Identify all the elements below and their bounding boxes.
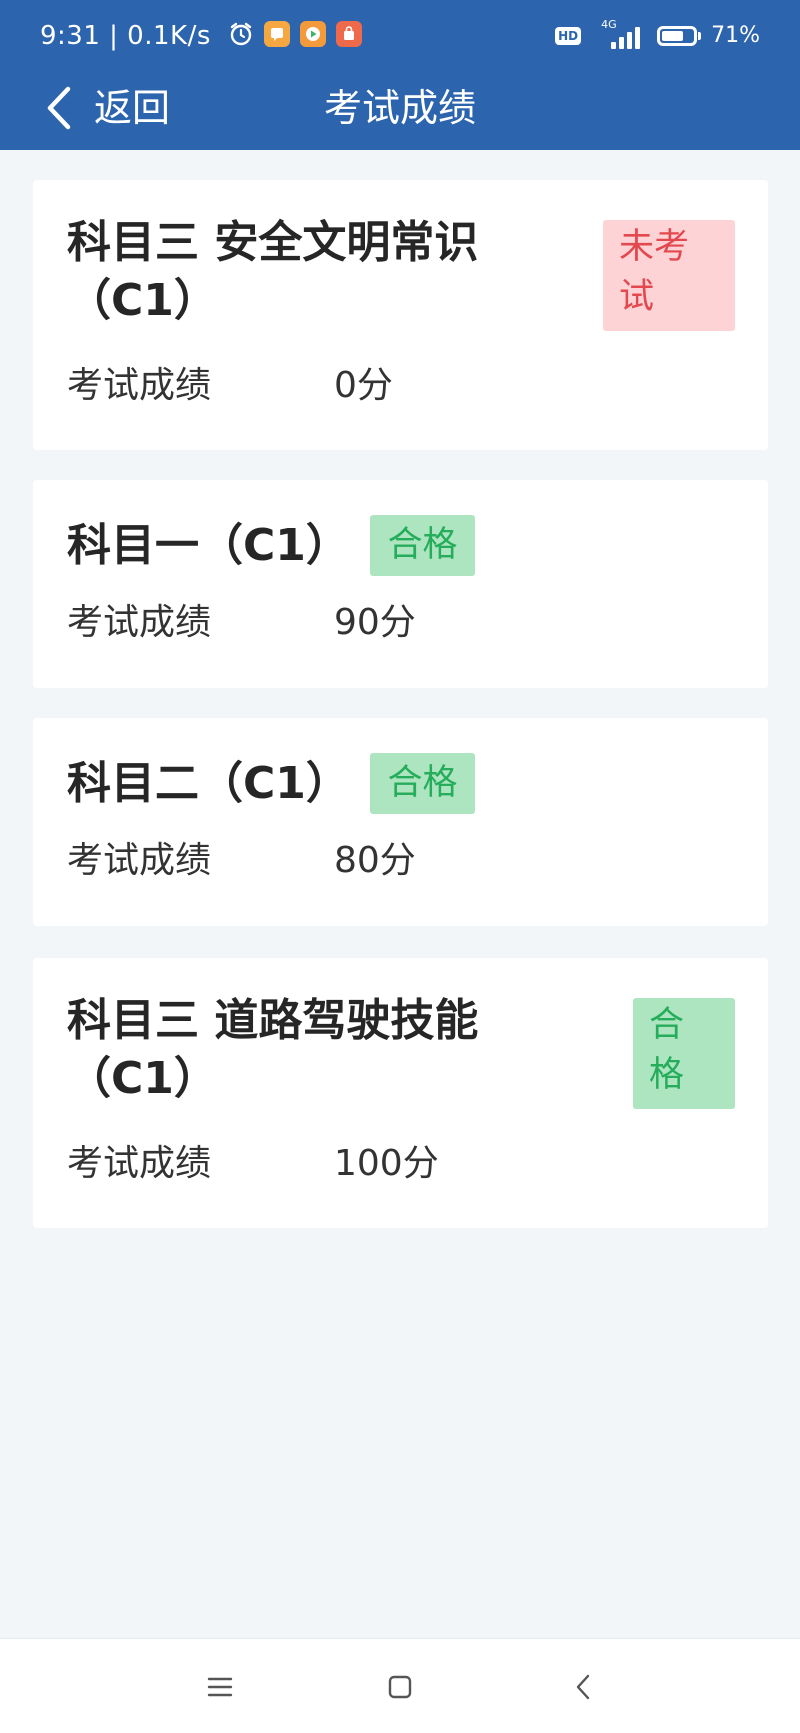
- status-badge: 未考 试: [603, 220, 735, 331]
- score-row: 考试成绩 90分: [67, 600, 667, 646]
- store-app-icon: [336, 21, 362, 47]
- score-label: 考试成绩: [67, 365, 212, 406]
- score-row: 考试成绩 100分: [67, 1141, 667, 1187]
- score-value: 80分: [334, 840, 416, 881]
- status-badge-line2: 试: [619, 277, 655, 317]
- hd-indicator: HD: [555, 27, 582, 45]
- status-bar: 9:31 | 0.1K/s HD 4G 71%: [0, 0, 800, 72]
- exam-title-line1: 科目三 道路驾驶技能: [67, 995, 479, 1046]
- status-time: 9:31 | 0.1K/s: [40, 21, 211, 51]
- score-value: 0分: [334, 365, 393, 406]
- score-label: 考试成绩: [67, 840, 212, 881]
- score-label: 考试成绩: [67, 1143, 212, 1184]
- nav-bar: 返回 考试成绩: [0, 72, 800, 150]
- exam-title: 科目一（C1）: [67, 520, 350, 571]
- system-nav-bar: [0, 1638, 800, 1733]
- status-badge-line1: 未考: [619, 227, 690, 267]
- network-type: 4G: [601, 18, 617, 31]
- alarm-icon: [228, 21, 254, 47]
- battery-icon: [657, 26, 702, 46]
- chevron-left-icon: [44, 85, 72, 131]
- exam-card-subject1[interactable]: 科目一（C1） 合格 考试成绩 90分: [33, 480, 768, 688]
- status-badge-line2: 格: [649, 1055, 685, 1095]
- status-badge: 合 格: [633, 998, 735, 1109]
- notes-app-icon: [264, 21, 290, 47]
- exam-card-subject3-driving[interactable]: 科目三 道路驾驶技能 （C1） 合 格 考试成绩 100分: [33, 958, 768, 1228]
- home-icon[interactable]: [380, 1667, 420, 1707]
- exam-title-line2: （C1）: [67, 1053, 218, 1104]
- score-value: 90分: [334, 602, 416, 643]
- exam-title: 科目二（C1）: [67, 758, 350, 809]
- score-label: 考试成绩: [67, 602, 212, 643]
- status-badge-line1: 合: [649, 1005, 685, 1045]
- screen: 9:31 | 0.1K/s HD 4G 71% 返回 考试成绩 科目三 安全文明…: [0, 0, 800, 1733]
- video-app-icon: [300, 21, 326, 47]
- status-notification-icons: [228, 21, 362, 47]
- exam-card-subject3-safety[interactable]: 科目三 安全文明常识 （C1） 未考 试 考试成绩 0分: [33, 180, 768, 450]
- back-button[interactable]: 返回: [44, 78, 170, 138]
- app-header: 9:31 | 0.1K/s HD 4G 71% 返回 考试成绩: [0, 0, 800, 150]
- status-badge: 合格: [370, 753, 475, 814]
- battery-fill: [662, 31, 684, 41]
- exam-title-line2: （C1）: [67, 275, 218, 326]
- back-icon[interactable]: [563, 1667, 603, 1707]
- status-badge: 合格: [370, 515, 475, 576]
- back-label: 返回: [94, 86, 171, 130]
- signal-icon: 4G: [595, 18, 643, 51]
- battery-percent: 71%: [711, 23, 760, 48]
- exam-title: 科目三 道路驾驶技能 （C1）: [67, 992, 478, 1108]
- score-row: 考试成绩 0分: [67, 363, 667, 409]
- exam-title-line1: 科目三 安全文明常识: [67, 217, 479, 268]
- score-value: 100分: [334, 1143, 439, 1184]
- menu-icon[interactable]: [200, 1667, 240, 1707]
- exam-title: 科目三 安全文明常识 （C1）: [67, 214, 478, 330]
- status-system-indicators: HD 4G 71%: [555, 18, 760, 52]
- exam-card-subject2[interactable]: 科目二（C1） 合格 考试成绩 80分: [33, 718, 768, 926]
- score-row: 考试成绩 80分: [67, 838, 667, 884]
